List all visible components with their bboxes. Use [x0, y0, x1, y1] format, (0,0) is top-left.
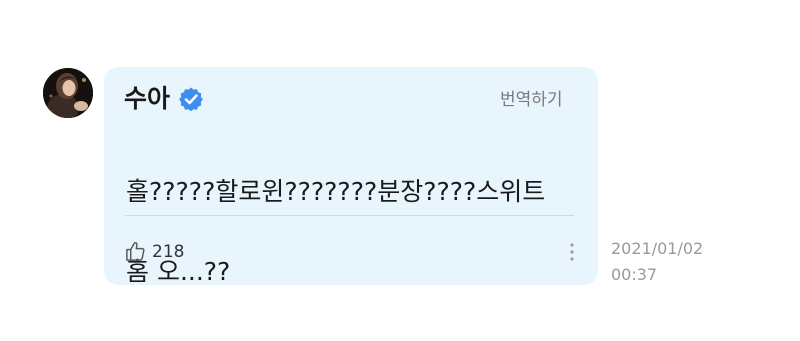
avatar[interactable]: [43, 68, 93, 118]
timestamp: 2021/01/02 00:37: [611, 236, 703, 288]
verified-badge-icon: [178, 86, 204, 112]
thumbs-up-icon: [124, 240, 147, 263]
comment-message: 홀?????할로윈???????분장????스위트 홈 오...??: [126, 132, 586, 332]
avatar-image: [43, 68, 93, 118]
more-vertical-icon[interactable]: [566, 240, 578, 264]
comment-screen: 수아 번역하기 홀?????할로윈???????분장????스위트 홈 오...…: [0, 0, 800, 341]
like-button[interactable]: 218: [124, 240, 184, 263]
timestamp-date: 2021/01/02: [611, 239, 704, 258]
comment-message-line: 홀?????할로윈???????분장????스위트: [126, 177, 546, 206]
translate-button[interactable]: 번역하기: [500, 89, 563, 111]
like-count: 218: [152, 241, 185, 262]
comment-header: 수아: [124, 84, 204, 114]
timestamp-time: 00:37: [611, 265, 658, 284]
comment-message-line: 홈 오...??: [126, 257, 231, 286]
divider: [125, 215, 574, 216]
author-name[interactable]: 수아: [124, 84, 170, 114]
